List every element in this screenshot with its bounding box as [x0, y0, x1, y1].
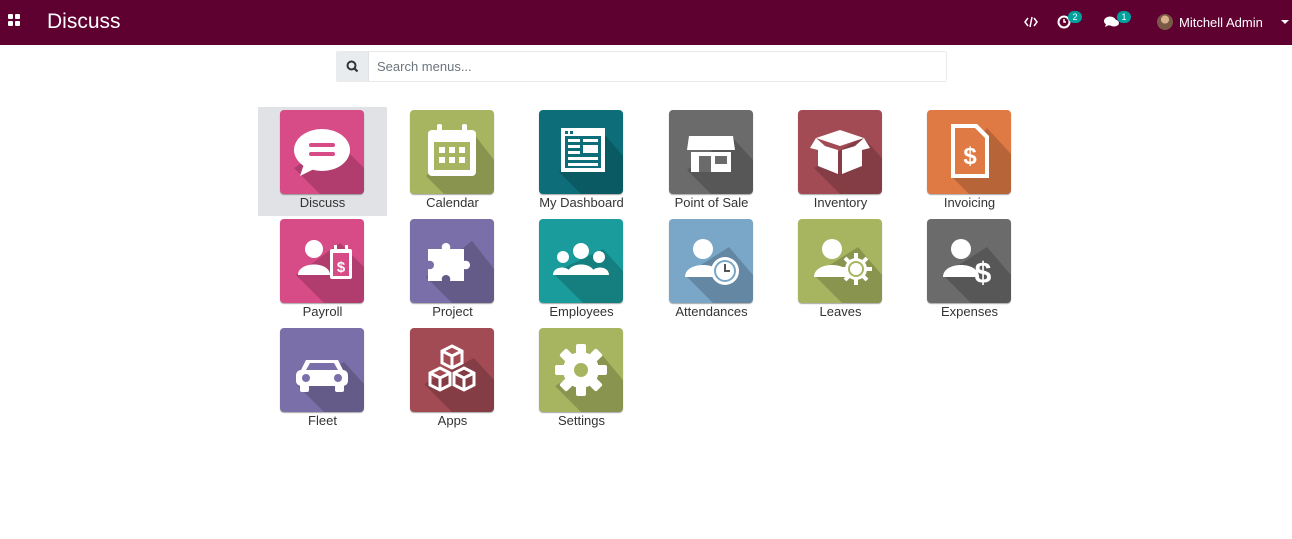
app-label: Invoicing [943, 195, 996, 210]
app-tile [798, 110, 882, 194]
messages-button[interactable]: 1 [1103, 11, 1133, 32]
app-tile [798, 219, 882, 303]
app-label: Discuss [299, 195, 346, 210]
svg-text:$: $ [963, 143, 977, 170]
search-icon [337, 52, 369, 81]
app-attendances[interactable]: Attendances [647, 216, 776, 325]
app-calendar[interactable]: Calendar [388, 107, 517, 216]
app-tile [410, 110, 494, 194]
app-tile [410, 219, 494, 303]
app-fleet[interactable]: Fleet [258, 325, 387, 434]
app-label: Fleet [308, 413, 337, 428]
app-tile [280, 328, 364, 412]
app-inventory[interactable]: Inventory [776, 107, 905, 216]
app-employees[interactable]: Employees [517, 216, 646, 325]
user-menu[interactable]: Mitchell Admin [1157, 12, 1292, 32]
app-label: Leaves [819, 304, 862, 319]
svg-text:$: $ [337, 259, 346, 276]
calendar-icon [428, 124, 476, 176]
car-icon [296, 360, 348, 392]
app-label: Expenses [940, 304, 999, 319]
activity-count-badge: 2 [1068, 11, 1082, 23]
app-label: Settings [558, 413, 605, 428]
app-label: Attendances [675, 304, 748, 319]
app-label: My Dashboard [539, 195, 624, 210]
app-tile: $ [927, 110, 1011, 194]
svg-text:$: $ [975, 257, 992, 290]
search-bar [336, 51, 947, 82]
app-tile: $ [280, 219, 364, 303]
invoice-icon: $ [951, 124, 989, 178]
caret-down-icon [1281, 20, 1289, 24]
payroll-icon: $ [298, 240, 352, 279]
debug-code-icon[interactable] [1024, 12, 1038, 32]
app-tile [539, 328, 623, 412]
users-icon [553, 243, 609, 275]
app-invoicing[interactable]: $ Invoicing [905, 107, 1034, 216]
user-clock-icon [685, 239, 739, 285]
gear-icon [555, 344, 607, 396]
app-label: Inventory [813, 195, 868, 210]
app-label: Employees [549, 304, 614, 319]
app-tile [669, 110, 753, 194]
app-label: Project [432, 304, 473, 319]
app-tile [280, 110, 364, 194]
app-tile [410, 328, 494, 412]
app-apps[interactable]: Apps [388, 325, 517, 434]
app-settings[interactable]: Settings [517, 325, 646, 434]
app-expenses[interactable]: $ Expenses [905, 216, 1034, 325]
avatar [1157, 14, 1173, 30]
app-point-of-sale[interactable]: Point of Sale [647, 107, 776, 216]
app-label: Apps [437, 413, 468, 428]
app-label: Calendar [426, 195, 479, 210]
user-dollar-icon: $ [943, 239, 992, 290]
user-name: Mitchell Admin [1179, 15, 1263, 30]
app-tile [539, 219, 623, 303]
app-my-dashboard[interactable]: My Dashboard [517, 107, 646, 216]
search-input[interactable] [368, 52, 946, 81]
app-tile [669, 219, 753, 303]
app-label: Point of Sale [674, 195, 749, 210]
top-navbar: Discuss 2 1 Mitchell Admin [0, 0, 1292, 45]
chat-bubble-icon [294, 129, 350, 176]
app-tile: $ [927, 219, 1011, 303]
app-title: Discuss [47, 10, 121, 33]
app-discuss[interactable]: Discuss [258, 107, 387, 216]
app-leaves[interactable]: Leaves [776, 216, 905, 325]
apps-menu-icon[interactable] [8, 14, 22, 28]
cubes-icon [428, 344, 476, 392]
store-icon [687, 136, 735, 172]
user-sun-icon [814, 239, 872, 285]
box-icon [810, 130, 870, 174]
activity-button[interactable]: 2 [1057, 11, 1082, 32]
puzzle-icon [428, 243, 470, 281]
dashboard-icon [561, 128, 605, 172]
app-payroll[interactable]: $ Payroll [258, 216, 387, 325]
app-project[interactable]: Project [388, 216, 517, 325]
message-count-badge: 1 [1117, 11, 1131, 23]
app-label: Payroll [302, 304, 343, 319]
app-tile [539, 110, 623, 194]
